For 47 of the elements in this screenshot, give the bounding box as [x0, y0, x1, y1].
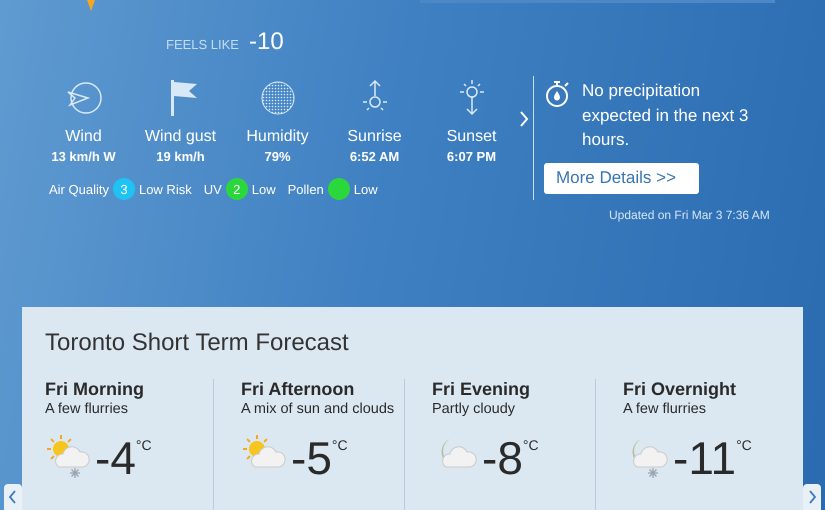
condition-value: 6:07 PM — [446, 149, 496, 164]
next-chevron-icon[interactable] — [518, 110, 530, 128]
index-label: Air Quality — [49, 182, 109, 196]
period-name: Fri Evening — [432, 379, 532, 400]
period-temperature: -11 — [673, 433, 736, 483]
chevron-right-icon — [808, 490, 816, 504]
chevron-left-icon — [9, 490, 17, 504]
sun-cloud-snow-icon — [45, 433, 91, 479]
temperature-unit: °C — [736, 437, 752, 453]
index-badge: 2 — [226, 178, 248, 200]
period-temperature: -5 — [291, 433, 332, 483]
index-rating: Low Risk — [138, 182, 192, 196]
period-summary: Partly cloudy — [432, 401, 516, 417]
feels-like-value: -10 — [248, 28, 284, 56]
condition-label: Humidity — [246, 128, 309, 146]
index-rating: Low — [354, 182, 378, 196]
forecast-title: Toronto Short Term Forecast — [45, 329, 350, 357]
period-summary: A few flurries — [45, 401, 129, 417]
period-name: Fri Overnight — [623, 379, 738, 400]
condition-label: Sunset — [446, 128, 496, 146]
condition-label: Sunrise — [347, 128, 402, 146]
precipitation-message: No precipitation expected in the next 3 hours. — [582, 80, 750, 151]
period-summary: A few flurries — [623, 401, 707, 417]
temperature-unit: °C — [332, 437, 348, 453]
period-name: Fri Afternoon — [241, 379, 356, 400]
temperature-unit: °C — [522, 437, 539, 453]
period-summary: A mix of sun and clouds — [241, 401, 396, 417]
index-label: Pollen — [288, 182, 324, 196]
sun-ray-icon — [84, 0, 98, 12]
condition-value: 13 km/h W — [51, 149, 116, 164]
condition-value: 79% — [264, 149, 291, 164]
temperature-unit: °C — [136, 437, 152, 453]
index-label: UV — [204, 182, 222, 196]
period-temperature: -8 — [482, 433, 523, 483]
feels-like-label: FEELS LIKE — [166, 37, 239, 52]
updated-time: Updated on Fri Mar 3 7:36 AM — [609, 208, 770, 222]
more-details-button[interactable]: More Details >> — [544, 162, 699, 194]
index-badge: 3 — [112, 178, 135, 200]
condition-label: Wind — [65, 128, 102, 146]
period-name: Fri Morning — [45, 379, 145, 400]
next-button[interactable] — [803, 484, 821, 510]
period-temperature: -4 — [95, 433, 136, 483]
index-rating: Low — [252, 182, 276, 196]
condition-value: 6:52 AM — [350, 149, 400, 164]
previous-button[interactable] — [4, 484, 22, 510]
condition-value: 19 km/h — [156, 149, 205, 164]
condition-label: Wind gust — [144, 128, 216, 146]
